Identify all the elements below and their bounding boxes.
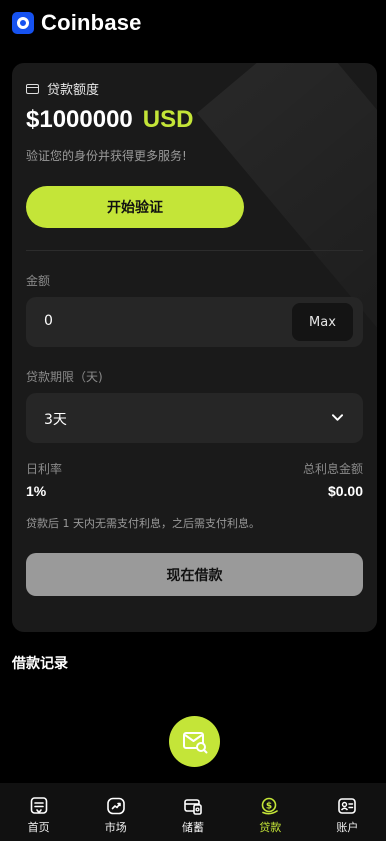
bottom-tab-bar: 首页 市场 储蓄 $ 贷款 账户 xyxy=(0,783,386,841)
loan-card: 贷款额度 $1000000 USD 验证您的身份并获得更多服务! 开始验证 金额… xyxy=(12,63,377,632)
loan-term-label: 贷款期限（天) xyxy=(26,370,103,384)
loan-term-select[interactable]: 3天 xyxy=(26,393,363,443)
coinbase-logo-icon xyxy=(12,12,34,34)
amount-label: 金额 xyxy=(26,274,51,288)
savings-icon xyxy=(184,799,202,815)
tab-savings[interactable]: 储蓄 xyxy=(154,783,231,841)
support-chat-button[interactable] xyxy=(169,716,220,767)
interest-note: 贷款后 1 天内无需支付利息，之后需支付利息。 xyxy=(26,517,260,530)
loan-limit-amount: $1000000 xyxy=(26,106,133,133)
divider xyxy=(26,250,363,251)
amount-input-value[interactable]: 0 xyxy=(44,313,53,329)
tab-loan[interactable]: $ 贷款 xyxy=(232,783,309,841)
daily-rate-value: 1% xyxy=(26,483,47,499)
message-search-icon xyxy=(182,731,207,753)
tab-account-label: 账户 xyxy=(336,821,359,834)
borrow-now-button[interactable]: 现在借款 xyxy=(26,553,363,596)
brand-name: Coinbase xyxy=(41,10,142,35)
svg-text:$: $ xyxy=(266,801,272,811)
verify-hint: 验证您的身份并获得更多服务! xyxy=(26,149,187,163)
home-icon xyxy=(30,797,47,814)
loan-limit-currency: USD xyxy=(142,106,194,133)
quota-header: 贷款额度 xyxy=(26,79,99,98)
total-interest-value: $0.00 xyxy=(327,483,363,499)
tab-savings-label: 储蓄 xyxy=(182,821,204,834)
market-icon xyxy=(106,797,125,815)
total-interest-label: 总利息金额 xyxy=(302,462,363,476)
app-header: Coinbase xyxy=(12,10,142,36)
loan-term-value: 3天 xyxy=(44,412,67,428)
loan-records-title: 借款记录 xyxy=(12,656,68,672)
credit-card-icon xyxy=(26,83,39,94)
start-verification-button[interactable]: 开始验证 xyxy=(26,186,244,228)
chevron-down-icon xyxy=(332,414,343,421)
loan-icon: $ xyxy=(261,797,279,815)
tab-home-label: 首页 xyxy=(27,821,50,834)
tab-loan-label: 贷款 xyxy=(259,821,282,834)
daily-rate-label: 日利率 xyxy=(26,462,63,476)
account-icon xyxy=(338,798,357,814)
tab-account[interactable]: 账户 xyxy=(309,783,386,841)
max-button[interactable]: Max xyxy=(292,303,353,341)
tab-home[interactable]: 首页 xyxy=(0,783,77,841)
amount-field[interactable]: 0 Max xyxy=(26,297,363,347)
tab-market-label: 市场 xyxy=(104,821,127,834)
tab-market[interactable]: 市场 xyxy=(77,783,154,841)
loan-limit: $1000000 USD xyxy=(26,106,193,134)
quota-label: 贷款额度 xyxy=(47,83,100,98)
